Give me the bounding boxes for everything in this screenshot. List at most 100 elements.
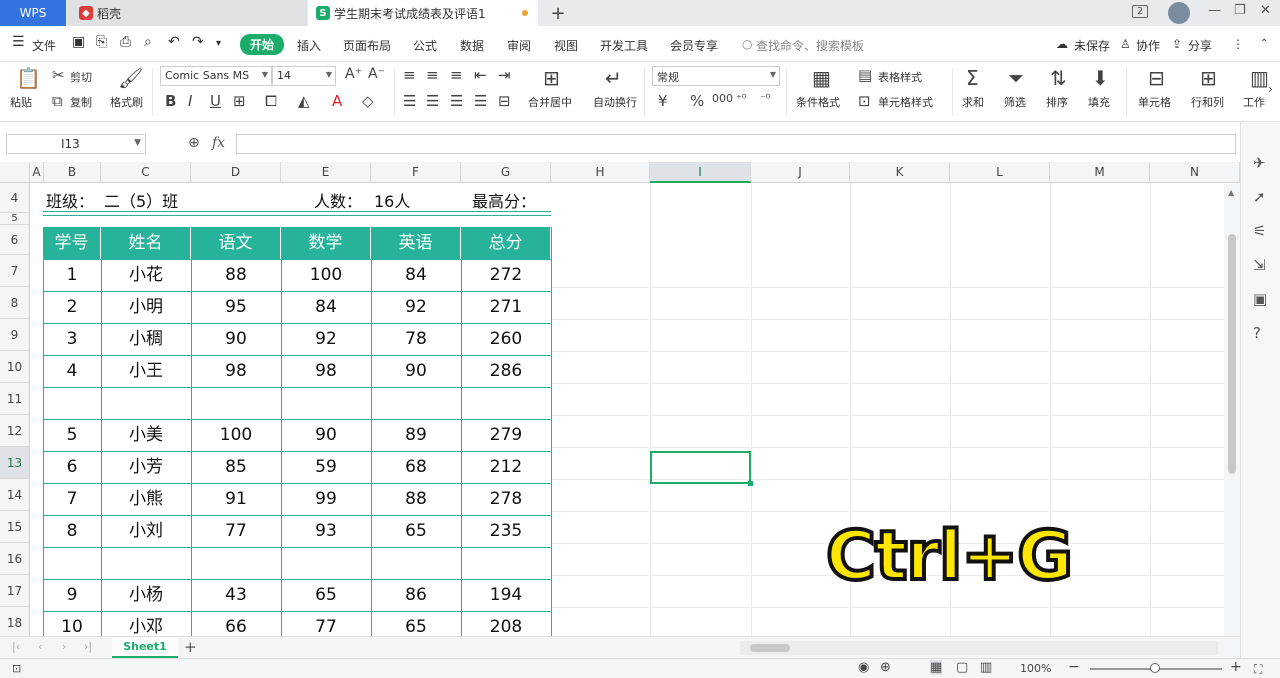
horizontal-scrollbar[interactable] <box>740 641 1218 655</box>
quick-access-dropdown-icon[interactable]: ▾ <box>216 38 221 49</box>
menu-developer[interactable]: 开发工具 <box>600 37 648 54</box>
cell-style-icon[interactable]: ⊡ <box>858 92 871 110</box>
merge-style-icon[interactable]: ⧠ <box>265 92 277 110</box>
cell-english[interactable]: 90 <box>371 355 461 387</box>
cell-style-button[interactable]: 单元格样式 <box>878 94 933 110</box>
print-icon[interactable]: ⎙ <box>120 34 131 50</box>
merge-center-button[interactable]: 合并居中 <box>528 94 572 110</box>
copy-button[interactable]: 复制 <box>70 94 92 110</box>
col-header-b[interactable]: B <box>44 162 101 183</box>
last-sheet-icon[interactable]: ›| <box>84 640 92 653</box>
row-header-15[interactable]: 15 <box>0 511 30 543</box>
align-top-icon[interactable]: ≡ <box>403 66 416 84</box>
distribute-icon[interactable]: ⊟ <box>498 92 511 110</box>
cell-math[interactable]: 93 <box>281 515 371 547</box>
share-button[interactable]: 分享 <box>1188 37 1212 54</box>
row-header-14[interactable]: 14 <box>0 479 30 511</box>
indent-increase-icon[interactable]: ⇥ <box>498 66 511 84</box>
cell-id[interactable]: 1 <box>43 259 101 291</box>
cell-name[interactable] <box>101 387 191 419</box>
undo-icon[interactable]: ↶ <box>168 34 180 50</box>
cell-english[interactable]: 84 <box>371 259 461 291</box>
redo-icon[interactable]: ↷ <box>192 34 204 50</box>
eye-protection-icon[interactable]: ◉ <box>858 660 869 675</box>
cell-total[interactable]: 279 <box>461 419 551 451</box>
window-count-badge[interactable]: 2 <box>1132 5 1149 18</box>
font-family-select[interactable]: Comic Sans MS ▼ <box>160 66 272 86</box>
cell-total[interactable]: 194 <box>461 579 551 611</box>
menu-page-layout[interactable]: 页面布局 <box>343 37 391 54</box>
cell-chinese[interactable]: 91 <box>191 483 281 515</box>
cell-name[interactable]: 小稠 <box>101 323 191 355</box>
cell-math[interactable] <box>281 387 371 419</box>
rocket-icon[interactable]: ✈ <box>1253 154 1266 172</box>
increase-font-icon[interactable]: A⁺ <box>345 66 362 82</box>
cell-total[interactable]: 278 <box>461 483 551 515</box>
bold-icon[interactable]: B <box>165 92 176 110</box>
italic-icon[interactable]: I <box>188 92 192 110</box>
clear-format-icon[interactable]: ◇ <box>362 92 374 110</box>
page-layout-view-icon[interactable]: ▢ <box>956 660 968 675</box>
col-header-d[interactable]: D <box>191 162 281 183</box>
font-color-icon[interactable]: A <box>332 92 342 110</box>
fx-icon[interactable]: fx <box>212 135 225 151</box>
cell-name[interactable] <box>101 547 191 579</box>
cell-total[interactable]: 235 <box>461 515 551 547</box>
copy-icon[interactable]: ⧉ <box>52 92 63 110</box>
backup-icon[interactable]: ▣ <box>1253 290 1267 308</box>
active-cell-i13[interactable] <box>650 451 753 486</box>
cell-chinese[interactable]: 100 <box>191 419 281 451</box>
sort-button[interactable]: 排序 <box>1046 94 1068 110</box>
col-header-c[interactable]: C <box>101 162 191 183</box>
row-header-12[interactable]: 12 <box>0 415 30 447</box>
font-size-select[interactable]: 14 ▼ <box>272 66 336 86</box>
menu-review[interactable]: 审阅 <box>507 37 531 54</box>
cell-chinese[interactable]: 43 <box>191 579 281 611</box>
cell-id[interactable] <box>43 547 101 579</box>
wrap-text-button[interactable]: 自动换行 <box>593 94 637 110</box>
zoom-slider-handle[interactable] <box>1150 663 1160 673</box>
transform-icon[interactable]: ⇲ <box>1253 256 1266 274</box>
row-header-16[interactable]: 16 <box>0 543 30 575</box>
cell-id[interactable]: 9 <box>43 579 101 611</box>
close-button[interactable]: ✕ <box>1260 3 1271 18</box>
cell-english[interactable]: 89 <box>371 419 461 451</box>
justify-icon[interactable]: ☰ <box>474 92 487 110</box>
col-header-j[interactable]: J <box>751 162 850 183</box>
cell-math[interactable]: 84 <box>281 291 371 323</box>
cell-name[interactable]: 小美 <box>101 419 191 451</box>
merge-center-icon[interactable]: ⊞ <box>543 66 560 90</box>
cell-math[interactable]: 65 <box>281 579 371 611</box>
cell-id[interactable]: 7 <box>43 483 101 515</box>
zoom-out-icon[interactable]: − <box>1068 659 1080 675</box>
thousands-icon[interactable]: 000 <box>712 92 733 105</box>
cell-math[interactable]: 100 <box>281 259 371 291</box>
align-right-icon[interactable]: ☰ <box>450 92 463 110</box>
row-header-17[interactable]: 17 <box>0 575 30 607</box>
worksheet-button[interactable]: 工作 <box>1243 94 1265 110</box>
avatar[interactable] <box>1168 2 1190 24</box>
cell-name[interactable]: 小熊 <box>101 483 191 515</box>
cell-chinese[interactable]: 90 <box>191 323 281 355</box>
collab-button[interactable]: 协作 <box>1136 37 1160 54</box>
underline-icon[interactable]: U <box>210 92 221 110</box>
select-cursor-icon[interactable]: ➚ <box>1253 188 1266 206</box>
export-icon[interactable]: ⎘ <box>96 34 107 50</box>
filter-button[interactable]: 筛选 <box>1004 94 1026 110</box>
zoom-formula-icon[interactable]: ⊕ <box>188 135 200 151</box>
restore-button[interactable]: ❐ <box>1234 3 1246 18</box>
filter-icon[interactable]: ⏷ <box>1008 66 1024 90</box>
cell-total[interactable]: 286 <box>461 355 551 387</box>
border-icon[interactable]: ⊞ <box>233 92 246 110</box>
spreadsheet-grid[interactable]: A B C D E F G H I J K L M N 4 5 6 7 8 9 … <box>0 162 1240 636</box>
row-col-button[interactable]: 行和列 <box>1191 94 1224 110</box>
sum-icon[interactable]: Σ <box>966 66 979 90</box>
unsaved-button[interactable]: 未保存 <box>1074 37 1110 54</box>
col-header-n[interactable]: N <box>1150 162 1240 183</box>
align-middle-icon[interactable]: ≡ <box>426 66 439 84</box>
paste-icon[interactable]: 📋 <box>16 66 41 90</box>
more-icon[interactable]: ⋮ <box>1232 37 1244 51</box>
format-painter-icon[interactable]: 🖌 <box>118 66 143 90</box>
cell-english[interactable]: 86 <box>371 579 461 611</box>
cell-english[interactable]: 92 <box>371 291 461 323</box>
